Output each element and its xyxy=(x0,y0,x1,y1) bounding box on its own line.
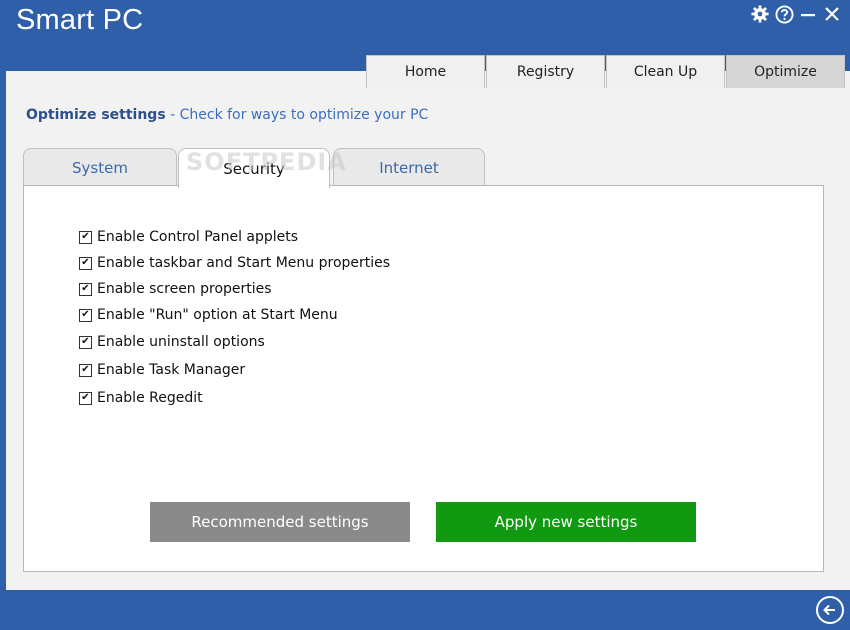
checkbox[interactable]: ✔ xyxy=(79,363,92,377)
arrow-left-icon xyxy=(823,604,835,616)
back-button[interactable] xyxy=(816,596,844,624)
app-title: Smart PC xyxy=(16,4,144,36)
option-label: Enable Task Manager xyxy=(97,362,246,378)
option-label: Enable Regedit xyxy=(97,390,203,406)
subtab-system[interactable]: System xyxy=(23,148,177,186)
option-control-panel-applets[interactable]: ✔ Enable Control Panel applets xyxy=(79,224,390,250)
page-subtitle: - Check for ways to optimize your PC xyxy=(170,107,429,123)
recommended-settings-button[interactable]: Recommended settings xyxy=(150,502,410,542)
main-nav: Home Registry Clean Up Optimize xyxy=(365,55,845,89)
option-label: Enable Control Panel applets xyxy=(97,229,299,245)
page-heading: Optimize settings - Check for ways to op… xyxy=(26,107,428,123)
option-label: Enable uninstall options xyxy=(97,334,265,350)
option-label: Enable "Run" option at Start Menu xyxy=(97,307,338,323)
option-uninstall[interactable]: ✔ Enable uninstall options xyxy=(79,328,390,356)
subtab-internet[interactable]: Internet xyxy=(333,148,485,186)
gear-icon[interactable] xyxy=(750,4,770,24)
option-run-start-menu[interactable]: ✔ Enable "Run" option at Start Menu xyxy=(79,302,390,328)
main-content: Home Registry Clean Up Optimize Optimize… xyxy=(6,55,850,590)
subtab-security[interactable]: Security xyxy=(178,148,330,188)
window-controls xyxy=(750,4,842,24)
checkbox[interactable]: ✔ xyxy=(79,308,92,322)
tab-home[interactable]: Home xyxy=(366,55,485,88)
option-label: Enable screen properties xyxy=(97,281,272,297)
page-title: Optimize settings xyxy=(26,107,166,123)
security-panel: ✔ Enable Control Panel applets ✔ Enable … xyxy=(23,185,824,572)
option-task-manager[interactable]: ✔ Enable Task Manager xyxy=(79,356,390,384)
minimize-icon[interactable] xyxy=(798,4,818,24)
option-taskbar-start-menu[interactable]: ✔ Enable taskbar and Start Menu properti… xyxy=(79,250,390,276)
apply-settings-button[interactable]: Apply new settings xyxy=(436,502,696,542)
checkbox[interactable]: ✔ xyxy=(79,256,92,270)
help-icon[interactable] xyxy=(774,4,794,24)
checkbox[interactable]: ✔ xyxy=(79,282,92,296)
option-screen-properties[interactable]: ✔ Enable screen properties xyxy=(79,276,390,302)
tab-clean-up[interactable]: Clean Up xyxy=(606,55,725,88)
checkbox[interactable]: ✔ xyxy=(79,335,92,349)
option-label: Enable taskbar and Start Menu properties xyxy=(97,255,391,271)
tab-optimize[interactable]: Optimize xyxy=(726,55,845,88)
checkbox[interactable]: ✔ xyxy=(79,230,92,244)
close-icon[interactable] xyxy=(822,4,842,24)
tab-registry[interactable]: Registry xyxy=(486,55,605,88)
option-regedit[interactable]: ✔ Enable Regedit xyxy=(79,384,390,412)
options-list: ✔ Enable Control Panel applets ✔ Enable … xyxy=(79,224,390,412)
checkbox[interactable]: ✔ xyxy=(79,391,92,405)
